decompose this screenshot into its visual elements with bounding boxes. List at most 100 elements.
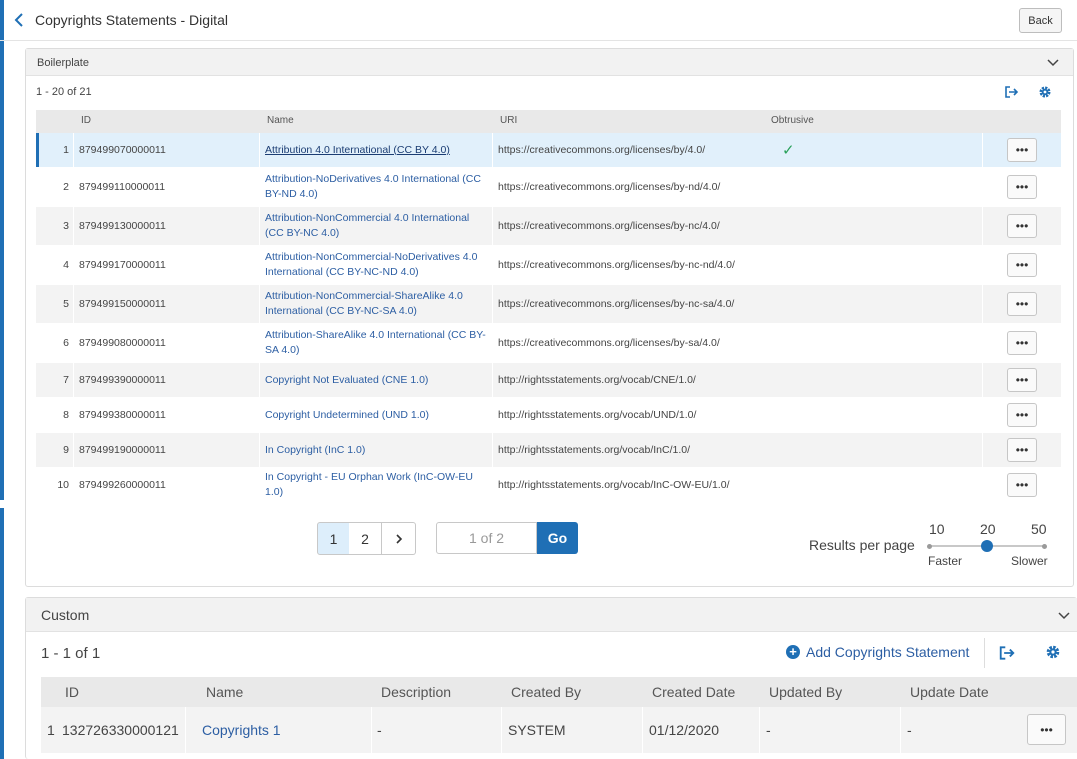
row-id: 879499130000011 — [79, 220, 166, 232]
custom-panel-header[interactable]: Custom — [26, 598, 1077, 632]
slider-handle[interactable] — [981, 540, 993, 552]
table-row[interactable]: 4 879499170000011 Attribution-NonCommerc… — [36, 246, 1061, 285]
column-header-id[interactable]: ID — [65, 684, 79, 700]
row-uri: http://rightsstatements.org/vocab/UND/1.… — [498, 409, 697, 421]
column-header-updated-by[interactable]: Updated By — [769, 684, 842, 700]
row-actions-button[interactable]: ••• — [1027, 714, 1066, 745]
column-header-description[interactable]: Description — [381, 684, 451, 700]
page-button-1[interactable]: 1 — [317, 522, 350, 555]
next-page-button[interactable] — [382, 522, 416, 555]
row-uri: http://rightsstatements.org/vocab/InC-OW… — [498, 478, 730, 491]
column-header-obtrusive[interactable]: Obtrusive — [771, 115, 814, 126]
left-accent-bar — [0, 0, 4, 500]
slider-stop[interactable] — [1042, 544, 1047, 549]
go-button[interactable]: Go — [537, 522, 578, 554]
results-per-page-option-50[interactable]: 50 — [1031, 521, 1047, 537]
export-icon[interactable] — [1003, 84, 1019, 100]
column-divider — [982, 133, 983, 502]
row-actions-button[interactable]: ••• — [1007, 473, 1037, 497]
toolbar-divider — [984, 638, 985, 668]
column-header-name[interactable]: Name — [267, 115, 294, 126]
row-actions-button[interactable]: ••• — [1007, 292, 1037, 316]
row-id: 879499080000011 — [79, 337, 166, 349]
row-name-link[interactable]: Copyright Not Evaluated (CNE 1.0) — [265, 363, 489, 397]
row-name-link[interactable]: Attribution-NonCommercial-ShareAlike 4.0… — [265, 285, 489, 323]
custom-table-header: ID Name Description Created By Created D… — [41, 677, 1077, 707]
column-header-name[interactable]: Name — [206, 684, 243, 700]
row-number: 7 — [63, 374, 69, 386]
table-row[interactable]: 3 879499130000011 Attribution-NonCommerc… — [36, 207, 1061, 246]
table-row[interactable]: 2 879499110000011 Attribution-NoDerivati… — [36, 168, 1061, 207]
row-name-link[interactable]: Attribution-NonCommercial 4.0 Internatio… — [265, 207, 489, 245]
column-header-created-date[interactable]: Created Date — [652, 684, 735, 700]
results-per-page-option-10[interactable]: 10 — [929, 521, 945, 537]
row-uri: https://creativecommons.org/licenses/by-… — [498, 298, 735, 310]
gear-icon[interactable] — [1045, 644, 1061, 660]
chevron-down-icon[interactable] — [1058, 612, 1070, 620]
row-uri: https://creativecommons.org/licenses/by-… — [498, 259, 735, 271]
row-name-link[interactable]: In Copyright (InC 1.0) — [265, 433, 489, 467]
table-row[interactable]: 5 879499150000011 Attribution-NonCommerc… — [36, 285, 1061, 324]
back-button[interactable]: Back — [1019, 8, 1062, 33]
row-number: 2 — [63, 181, 69, 193]
custom-count: 1 - 1 of 1 — [41, 645, 101, 662]
column-divider — [259, 133, 260, 502]
table-row[interactable]: 1 132726330000121 Copyrights 1 - SYSTEM … — [41, 707, 1077, 753]
row-uri: https://creativecommons.org/licenses/by-… — [498, 220, 720, 232]
table-row[interactable]: 8 879499380000011 Copyright Undetermined… — [36, 398, 1061, 433]
slower-label: Slower — [1011, 554, 1048, 568]
add-copyrights-statement-link[interactable]: + Add Copyrights Statement — [786, 644, 969, 660]
row-uri: https://creativecommons.org/licenses/by-… — [498, 181, 721, 193]
row-actions-button[interactable]: ••• — [1007, 214, 1037, 238]
row-actions-button[interactable]: ••• — [1007, 331, 1037, 355]
page-button-2[interactable]: 2 — [349, 522, 382, 555]
row-name-link[interactable]: Attribution-ShareAlike 4.0 International… — [265, 324, 489, 362]
page-header: Copyrights Statements - Digital Back — [0, 0, 1077, 41]
chevron-left-icon[interactable] — [11, 9, 27, 31]
export-icon[interactable] — [998, 644, 1016, 661]
row-actions-button[interactable]: ••• — [1007, 175, 1037, 199]
row-number: 3 — [63, 220, 69, 232]
table-row[interactable]: 1 879499070000011 Attribution 4.0 Intern… — [36, 133, 1061, 168]
obtrusive-check-icon: ✓ — [782, 142, 795, 159]
page-number-input[interactable]: 1 of 2 — [436, 522, 537, 554]
row-actions-button[interactable]: ••• — [1007, 368, 1037, 392]
row-name-link[interactable]: Copyrights 1 — [202, 707, 281, 753]
row-id: 879499150000011 — [79, 298, 166, 310]
table-row[interactable]: 7 879499390000011 Copyright Not Evaluate… — [36, 363, 1061, 398]
add-copyrights-statement-label: Add Copyrights Statement — [806, 644, 970, 660]
row-actions-button[interactable]: ••• — [1007, 138, 1037, 162]
page-title: Copyrights Statements - Digital — [35, 12, 228, 28]
row-uri: http://rightsstatements.org/vocab/InC/1.… — [498, 444, 691, 456]
row-actions-button[interactable]: ••• — [1007, 403, 1037, 427]
row-name-link[interactable]: Attribution 4.0 International (CC BY 4.0… — [265, 133, 489, 167]
column-divider — [642, 707, 643, 753]
boilerplate-title: Boilerplate — [37, 57, 89, 69]
gear-icon[interactable] — [1037, 84, 1053, 100]
table-header: ID Name URI Obtrusive — [36, 110, 1061, 133]
boilerplate-panel-header[interactable]: Boilerplate — [26, 49, 1073, 76]
row-name-link[interactable]: Copyright Undetermined (UND 1.0) — [265, 398, 489, 432]
row-name-link[interactable]: Attribution-NoDerivatives 4.0 Internatio… — [265, 168, 489, 206]
column-header-uri[interactable]: URI — [500, 115, 517, 126]
slider-stop[interactable] — [927, 544, 932, 549]
column-divider — [492, 133, 493, 502]
column-header-created-by[interactable]: Created By — [511, 684, 581, 700]
column-divider — [501, 707, 502, 753]
table-row[interactable]: 6 879499080000011 Attribution-ShareAlike… — [36, 324, 1061, 363]
results-per-page-option-20[interactable]: 20 — [980, 521, 996, 537]
row-number: 5 — [63, 298, 69, 310]
table-row[interactable]: 9 879499190000011 In Copyright (InC 1.0)… — [36, 433, 1061, 468]
table-row[interactable]: 10 879499260000011 In Copyright - EU Orp… — [36, 468, 1061, 502]
chevron-down-icon[interactable] — [1047, 59, 1059, 67]
column-header-update-date[interactable]: Update Date — [910, 684, 989, 700]
row-number: 10 — [57, 478, 69, 491]
column-header-id[interactable]: ID — [81, 115, 91, 126]
row-id: 879499170000011 — [79, 259, 166, 271]
row-id: 879499260000011 — [79, 478, 166, 491]
row-name-link[interactable]: In Copyright - EU Orphan Work (InC-OW-EU… — [265, 468, 489, 501]
row-name-link[interactable]: Attribution-NonCommercial-NoDerivatives … — [265, 246, 489, 284]
row-number: 6 — [63, 337, 69, 349]
row-actions-button[interactable]: ••• — [1007, 438, 1037, 462]
row-actions-button[interactable]: ••• — [1007, 253, 1037, 277]
